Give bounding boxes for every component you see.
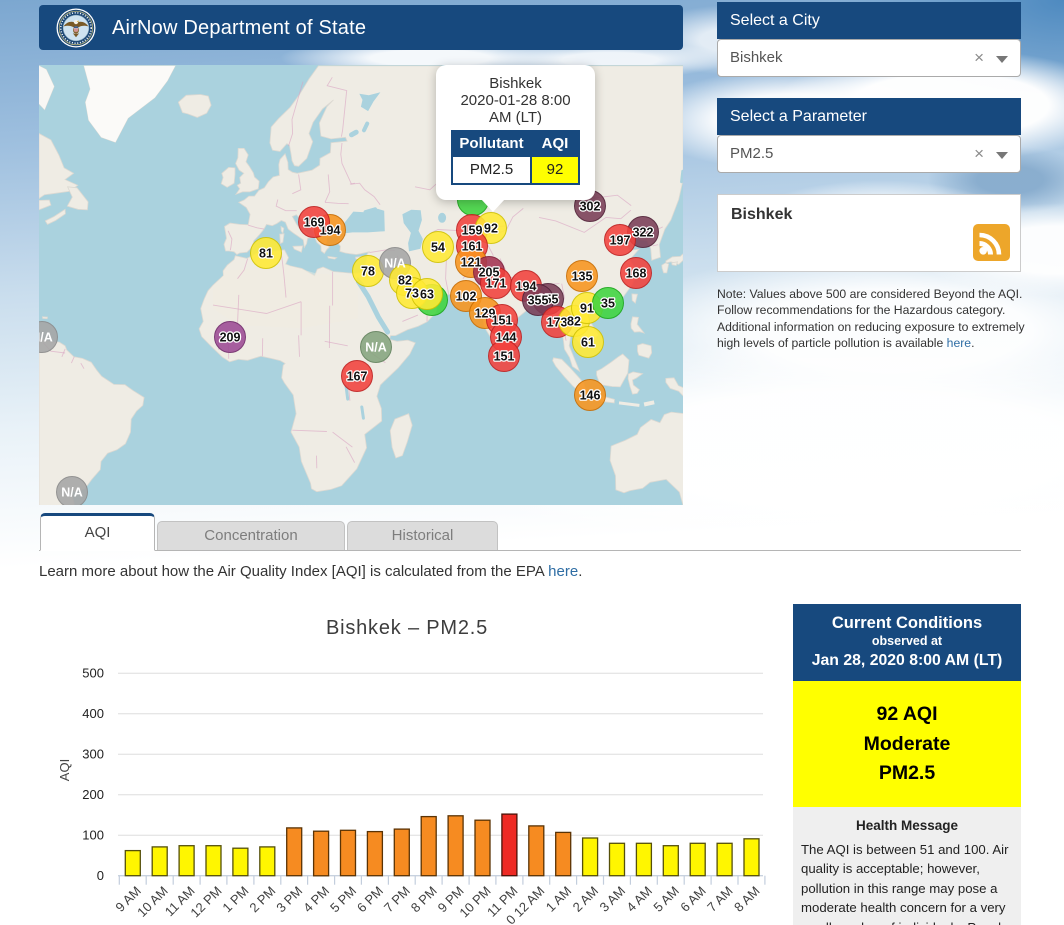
svg-text:10 PM: 10 PM (456, 883, 493, 920)
svg-text:3 AM: 3 AM (597, 883, 629, 915)
svg-text:6 PM: 6 PM (354, 883, 386, 915)
svg-text:Bishkek – PM2.5: Bishkek – PM2.5 (326, 617, 488, 639)
svg-text:169: 169 (304, 216, 325, 230)
svg-text:63: 63 (420, 288, 434, 302)
svg-text:167: 167 (347, 370, 368, 384)
svg-text:78: 78 (361, 265, 375, 279)
svg-text:7 AM: 7 AM (704, 883, 736, 915)
svg-text:209: 209 (220, 331, 241, 345)
svg-text:73: 73 (405, 287, 419, 301)
svg-text:10 AM: 10 AM (134, 883, 171, 920)
svg-text:144: 144 (496, 331, 517, 345)
svg-text:2 PM: 2 PM (246, 883, 278, 915)
svg-text:194: 194 (516, 280, 537, 294)
svg-text:200: 200 (82, 787, 104, 802)
svg-text:173: 173 (547, 316, 568, 330)
svg-text:151: 151 (494, 350, 515, 364)
svg-text:3 PM: 3 PM (273, 883, 305, 915)
svg-text:500: 500 (82, 666, 104, 681)
svg-text:8 AM: 8 AM (731, 883, 763, 915)
svg-text:161: 161 (462, 240, 483, 254)
svg-text:1 AM: 1 AM (543, 883, 575, 915)
svg-text:54: 54 (431, 241, 445, 255)
svg-text:61: 61 (581, 336, 595, 350)
svg-text:322: 322 (633, 226, 654, 240)
svg-text:159: 159 (462, 224, 483, 238)
svg-text:12 PM: 12 PM (187, 883, 224, 920)
svg-text:146: 146 (580, 389, 601, 403)
svg-text:91: 91 (580, 302, 594, 316)
svg-text:171: 171 (486, 277, 507, 291)
svg-text:5 AM: 5 AM (650, 883, 682, 915)
svg-text:197: 197 (610, 234, 631, 248)
svg-text:AQI: AQI (57, 759, 72, 781)
svg-text:151: 151 (492, 314, 513, 328)
svg-text:168: 168 (626, 267, 647, 281)
svg-text:355: 355 (528, 294, 549, 308)
svg-text:6 AM: 6 AM (677, 883, 709, 915)
svg-text:100: 100 (82, 828, 104, 843)
svg-text:N/A: N/A (39, 331, 53, 345)
svg-text:300: 300 (82, 747, 104, 762)
svg-text:82: 82 (398, 274, 412, 288)
svg-text:81: 81 (259, 247, 273, 261)
svg-text:N/A: N/A (365, 341, 387, 355)
svg-text:8 PM: 8 PM (408, 883, 440, 915)
svg-text:82: 82 (567, 315, 581, 329)
svg-text:135: 135 (572, 270, 593, 284)
svg-text:35: 35 (601, 297, 615, 311)
svg-text:N/A: N/A (61, 486, 83, 500)
svg-text:400: 400 (82, 706, 104, 721)
svg-text:5 PM: 5 PM (327, 883, 359, 915)
svg-text:7 PM: 7 PM (381, 883, 413, 915)
svg-text:4 PM: 4 PM (300, 883, 332, 915)
svg-text:92: 92 (484, 222, 498, 236)
svg-text:0: 0 (97, 868, 104, 883)
svg-text:2 AM: 2 AM (570, 883, 602, 915)
svg-text:102: 102 (456, 290, 477, 304)
svg-text:1 PM: 1 PM (219, 883, 251, 915)
svg-text:4 AM: 4 AM (623, 883, 655, 915)
svg-text:302: 302 (580, 200, 601, 214)
svg-text:N/A: N/A (384, 257, 406, 271)
